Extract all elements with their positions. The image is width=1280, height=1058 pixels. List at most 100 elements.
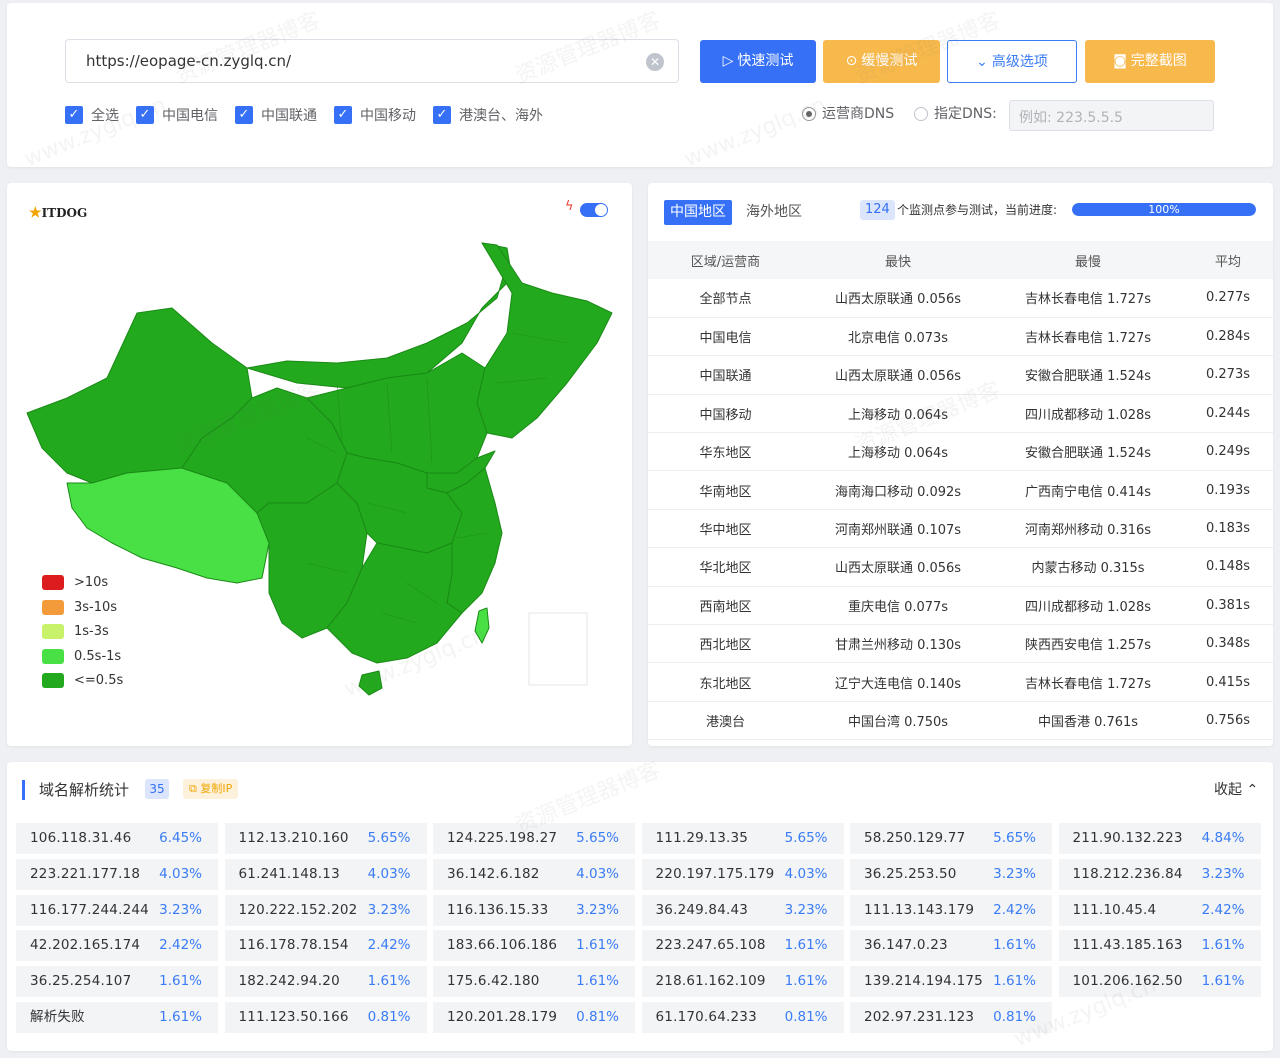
custom-dns-input[interactable]: 例如: 223.5.5.5 — [1009, 100, 1214, 131]
cell-average: 0.148s — [1183, 547, 1273, 587]
slow-test-button[interactable]: ⊙ 缓慢测试 — [823, 40, 940, 83]
legend-label: 1s-3s — [74, 624, 109, 640]
ip-address: 223.247.65.108 — [655, 937, 766, 954]
col-header-fastest: 最快 — [803, 241, 993, 279]
section-accent-bar — [22, 780, 25, 800]
legend-label: <=0.5s — [74, 673, 124, 689]
collapse-button[interactable]: 收起 ⌃ — [1214, 779, 1258, 799]
ip-stat-item: 202.97.231.123 0.81% — [850, 1002, 1052, 1033]
ip-stat-item: 101.206.162.50 1.61% — [1058, 966, 1261, 998]
ip-address: 112.13.210.160 — [238, 830, 349, 846]
ip-address: 36.142.6.182 — [447, 865, 540, 882]
ip-stat-item: 解析失败 1.61% — [16, 1002, 218, 1033]
cell-average: 0.273s — [1183, 355, 1273, 395]
ip-stat-item: 223.247.65.108 1.61% — [641, 930, 844, 962]
play-circle-icon: ⊙ — [845, 53, 858, 69]
tab-overseas[interactable]: 海外地区 — [740, 200, 808, 225]
ip-address: 36.25.253.50 — [864, 865, 957, 882]
checkbox-label: 中国移动 — [360, 108, 416, 124]
cell-fastest: 北京电信 0.073s — [803, 317, 993, 357]
ip-address: 182.242.94.20 — [238, 973, 340, 990]
checkbox-mobile[interactable]: ✓ 中国移动 — [334, 105, 416, 125]
ip-stat-item: 223.221.177.18 4.03% — [16, 858, 218, 890]
cell-fastest: 重庆电信 0.077s — [803, 586, 993, 626]
cell-fastest: 甘肃兰州移动 0.130s — [803, 624, 993, 664]
check-icon: ✓ — [235, 106, 253, 124]
double-chevron-down-icon: ⌄ — [976, 54, 988, 70]
cell-average: 0.277s — [1183, 279, 1273, 318]
ip-percentage: 2.42% — [367, 937, 411, 954]
ip-percentage: 2.42% — [993, 901, 1036, 918]
table-row: 中国电信 北京电信 0.073s 吉林长春电信 1.727s 0.284s — [648, 317, 1273, 357]
collapse-label: 收起 — [1214, 782, 1242, 798]
advanced-options-button[interactable]: ⌄ 高级选项 — [947, 40, 1077, 83]
ip-percentage: 1.61% — [576, 973, 619, 990]
ip-address: 101.206.162.50 — [1072, 973, 1183, 990]
cell-average: 0.249s — [1183, 432, 1273, 472]
ip-stat-item: 106.118.31.46 6.45% — [16, 823, 218, 854]
ip-percentage: 0.81% — [993, 1009, 1036, 1025]
cell-slowest: 内蒙古移动 0.315s — [993, 547, 1183, 587]
clear-icon[interactable]: ✕ — [646, 53, 664, 71]
ip-stat-item: 111.10.45.4 2.42% — [1058, 894, 1261, 926]
ip-stat-item: 120.201.28.179 0.81% — [433, 1002, 635, 1033]
ip-address: 58.250.129.77 — [864, 830, 966, 846]
cell-slowest: 安徽合肥联通 1.524s — [993, 355, 1183, 395]
table-row: 华中地区 河南郑州联通 0.107s 河南郑州移动 0.316s 0.183s — [648, 509, 1273, 549]
checkbox-unicom[interactable]: ✓ 中国联通 — [235, 105, 317, 125]
legend-label: >10s — [74, 575, 109, 590]
ip-stat-item: 220.197.175.179 4.03% — [641, 858, 844, 890]
radio-icon — [914, 107, 928, 121]
ip-stat-item: 116.178.78.154 2.42% — [224, 930, 427, 962]
fast-test-button[interactable]: ▷ 快速测试 — [700, 40, 816, 83]
cell-fastest: 中国台湾 0.750s — [803, 701, 993, 741]
check-icon: ✓ — [136, 106, 154, 124]
ip-percentage: 1.61% — [159, 1009, 202, 1025]
copy-ip-label: 复制IP — [200, 782, 233, 795]
custom-dns-placeholder: 例如: 223.5.5.5 — [1019, 110, 1123, 126]
url-input-value: https://eopage-cn.zyglq.cn/ — [86, 52, 292, 70]
ip-stat-item: 182.242.94.20 1.61% — [224, 966, 427, 998]
checkbox-telecom[interactable]: ✓ 中国电信 — [136, 105, 218, 125]
radio-custom-dns[interactable]: 指定DNS: — [914, 103, 997, 123]
test-control-panel: https://eopage-cn.zyglq.cn/ ✕ ▷ 快速测试 ⊙ 缓慢测… — [7, 3, 1273, 167]
cell-average: 0.193s — [1183, 470, 1273, 510]
map-region-northeast — [476, 242, 613, 439]
checkbox-overseas[interactable]: ✓ 港澳台、海外 — [433, 105, 543, 125]
screenshot-button[interactable]: ◙ 完整截图 — [1085, 40, 1215, 83]
ip-stat-item: 36.25.254.107 1.61% — [16, 966, 218, 998]
cell-slowest: 安徽合肥联通 1.524s — [993, 432, 1183, 472]
map-legend: >10s 3s-10s 1s-3s 0.5s-1s <=0.5s — [42, 575, 123, 698]
ip-address: 183.66.106.186 — [447, 937, 558, 954]
cell-fastest: 山西太原联通 0.056s — [803, 547, 993, 587]
ip-address: 111.43.185.163 — [1072, 937, 1183, 954]
legend-item: 3s-10s — [42, 599, 123, 625]
copy-ip-button[interactable]: ⧉ 复制IP — [183, 779, 239, 799]
region-stats-panel: 中国地区 海外地区 124 个监测点参与测试，当前进度: 100% 区域/运营商… — [648, 183, 1273, 746]
slow-test-label: 缓慢测试 — [861, 53, 918, 69]
ip-address: 220.197.175.179 — [655, 865, 775, 882]
ip-address: 111.29.13.35 — [655, 830, 749, 846]
cell-slowest: 四川成都移动 1.028s — [993, 586, 1183, 626]
ip-address: 36.147.0.23 — [864, 937, 948, 954]
stats-table: 区域/运营商 最快 最慢 平均 全部节点 山西太原联通 0.056s 吉林长春电信 … — [648, 241, 1273, 741]
checkbox-select-all[interactable]: ✓ 全选 — [65, 105, 119, 125]
check-icon: ✓ — [65, 106, 83, 124]
legend-label: 3s-10s — [74, 599, 118, 615]
tab-china[interactable]: 中国地区 — [664, 200, 732, 225]
cell-slowest: 陕西西安电信 1.257s — [993, 624, 1183, 664]
ip-percentage: 2.42% — [1201, 901, 1245, 918]
cell-fastest: 上海移动 0.064s — [803, 394, 993, 434]
map-region-east-china — [446, 467, 503, 614]
url-input[interactable]: https://eopage-cn.zyglq.cn/ ✕ — [65, 39, 679, 83]
ip-percentage: 4.03% — [784, 865, 828, 882]
ip-address: 120.201.28.179 — [447, 1009, 558, 1025]
ip-address: 116.177.244.244 — [30, 901, 149, 918]
play-icon: ▷ — [722, 53, 734, 69]
legend-item: 1s-3s — [42, 624, 123, 649]
radio-operator-dns[interactable]: 运营商DNS — [802, 103, 894, 123]
cell-average: 0.348s — [1183, 624, 1273, 664]
legend-item: <=0.5s — [42, 673, 123, 698]
table-row: 中国移动 上海移动 0.064s 四川成都移动 1.028s 0.244s — [648, 394, 1273, 434]
ip-address: 116.136.15.33 — [447, 901, 549, 918]
